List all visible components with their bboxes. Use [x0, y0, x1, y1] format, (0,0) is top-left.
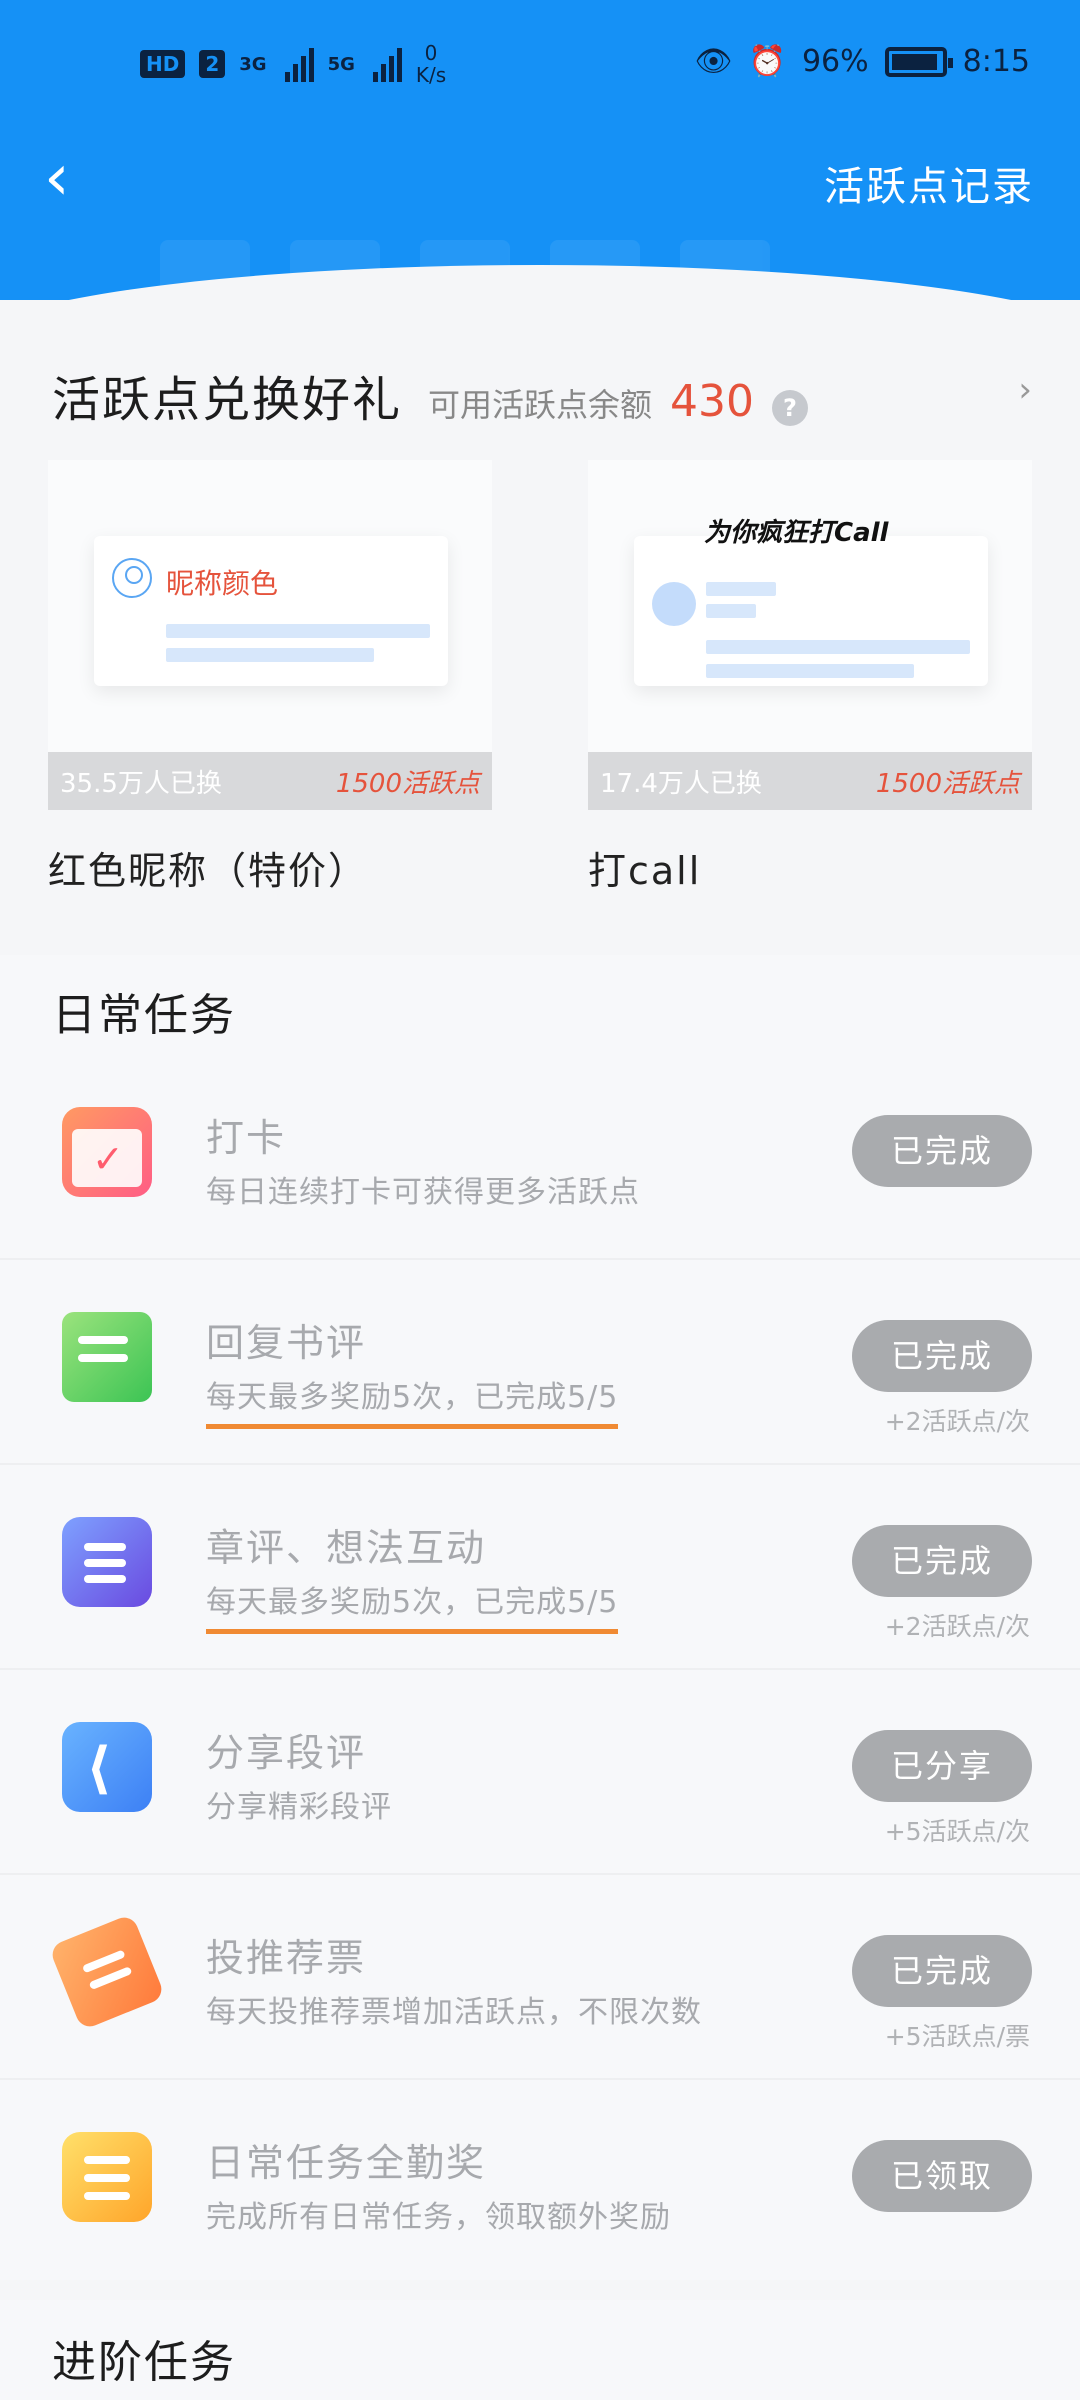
task-name: 回复书评 [206, 1321, 367, 1365]
checklist-icon [62, 2132, 152, 2222]
task-row-vote: 投推荐票 每天投推荐票增加活跃点，不限次数 已完成 +5活跃点/票 [0, 1875, 1080, 2080]
status-bar: HD 2 3G 5G 0 K/s 👁 ⏰ 96% 8:15 [0, 0, 1080, 130]
signal-2-icon [372, 46, 402, 82]
task-reward: +5活跃点/次 [884, 1817, 1030, 1846]
placeholder-line [166, 648, 374, 662]
comment-document-icon [62, 1517, 152, 1607]
exchange-item-call[interactable]: 为你疯狂打Call 17.4万人已换 1500活跃点 打call [588, 460, 1032, 895]
alarm-icon: ⏰ [748, 44, 786, 79]
chevron-right-icon[interactable]: › [1018, 370, 1032, 410]
task-row-checkin: 打卡 每日连续打卡可获得更多活跃点 已完成 [0, 1055, 1080, 1260]
chat-bubbles-icon [62, 1312, 152, 1402]
task-status-button[interactable]: 已分享 [852, 1730, 1032, 1802]
share-icon [62, 1722, 152, 1812]
ticket-icon [48, 1913, 166, 2031]
nav-bar: ‹ 活跃点记录 [0, 130, 1080, 230]
exchange-item-red-nickname[interactable]: 昵称颜色 35.5万人已换 1500活跃点 红色昵称（特价） [48, 460, 492, 895]
task-status-button[interactable]: 已完成 [852, 1320, 1032, 1392]
task-name: 投推荐票 [206, 1936, 367, 1980]
placeholder-line [706, 664, 914, 678]
hd-badge: HD [140, 50, 186, 78]
task-desc: 每日连续打卡可获得更多活跃点 [206, 1175, 640, 1210]
placeholder-line [706, 604, 756, 618]
placeholder-line [706, 640, 970, 654]
battery-icon [884, 46, 953, 77]
exchange-section: 活跃点兑换好礼 可用活跃点余额 430 ? › 昵称颜色 35.5万人已换 15… [0, 320, 1080, 930]
sim-badge: 2 [199, 50, 226, 78]
activity-record-link[interactable]: 活跃点记录 [824, 154, 1034, 212]
status-left: HD 2 3G 5G 0 K/s [140, 42, 446, 86]
task-reward: +2活跃点/次 [884, 1612, 1030, 1641]
task-name: 章评、想法互动 [206, 1526, 487, 1570]
exchange-cost: 1500活跃点 [335, 768, 480, 799]
back-button[interactable]: ‹ [44, 146, 104, 210]
task-row-chapter-comment: 章评、想法互动 每天最多奖励5次，已完成5/5 已完成 +2活跃点/次 [0, 1465, 1080, 1670]
exchange-title: 活跃点兑换好礼 [52, 372, 403, 428]
balance-value: 430 [670, 376, 755, 427]
nickname-preview-card: 昵称颜色 [94, 536, 448, 686]
signal-1-icon [284, 46, 314, 82]
task-row-attendance: 日常任务全勤奖 完成所有日常任务，领取额外奖励 已领取 [0, 2080, 1080, 2285]
exchange-cost: 1500活跃点 [875, 768, 1020, 799]
battery-percent: 96% [801, 44, 869, 79]
exchange-item-footer: 35.5万人已换 1500活跃点 [48, 752, 492, 810]
task-status-button[interactable]: 已完成 [852, 1935, 1032, 2007]
task-name: 日常任务全勤奖 [206, 2141, 487, 2185]
task-reward: +2活跃点/次 [884, 1407, 1030, 1436]
task-row-share: 分享段评 分享精彩段评 已分享 +5活跃点/次 [0, 1670, 1080, 1875]
task-desc: 每天最多奖励5次，已完成5/5 [206, 1372, 619, 1429]
task-desc: 完成所有日常任务，领取额外奖励 [206, 2200, 671, 2235]
advanced-tasks-title: 进阶任务 [52, 2337, 236, 2388]
task-status-button[interactable]: 已完成 [852, 1525, 1032, 1597]
exchange-item-name: 红色昵称（特价） [48, 849, 369, 893]
signal-2-label: 5G [327, 53, 355, 75]
task-name: 分享段评 [206, 1731, 367, 1775]
avatar-icon [112, 558, 152, 598]
exchange-item-name: 打call [588, 849, 702, 893]
eye-icon: 👁 [694, 44, 733, 79]
exchange-header[interactable]: 活跃点兑换好礼 可用活跃点余额 430 ? › [52, 360, 1032, 430]
task-desc: 每天最多奖励5次，已完成5/5 [206, 1577, 619, 1634]
exchange-item-thumbnail: 昵称颜色 35.5万人已换 1500活跃点 [48, 460, 492, 810]
task-name: 打卡 [206, 1116, 287, 1160]
exchange-item-thumbnail: 为你疯狂打Call 17.4万人已换 1500活跃点 [588, 460, 1032, 810]
nickname-preview-text: 昵称颜色 [166, 567, 279, 600]
call-banner-text: 为你疯狂打Call [704, 518, 889, 548]
task-row-reply-review: 回复书评 每天最多奖励5次，已完成5/5 已完成 +2活跃点/次 [0, 1260, 1080, 1465]
calendar-icon [62, 1107, 152, 1197]
network-speed: 0 K/s [415, 41, 447, 87]
balance-label: 可用活跃点余额 [428, 386, 653, 424]
task-status-button[interactable]: 已完成 [852, 1115, 1032, 1187]
advanced-tasks-section: 进阶任务 [0, 2300, 1080, 2400]
task-desc: 分享精彩段评 [206, 1790, 392, 1825]
task-desc: 每天投推荐票增加活跃点，不限次数 [206, 1995, 702, 2030]
call-preview-card: 为你疯狂打Call [634, 518, 988, 686]
daily-tasks-section: 日常任务 打卡 每日连续打卡可获得更多活跃点 已完成 回复书评 每天最多奖励5次… [0, 955, 1080, 2280]
placeholder-line [706, 582, 776, 596]
clock: 8:15 [962, 44, 1030, 79]
exchange-cards: 昵称颜色 35.5万人已换 1500活跃点 红色昵称（特价） 为你疯狂打Call [48, 460, 1032, 895]
help-icon[interactable]: ? [772, 390, 809, 426]
exchange-item-footer: 17.4万人已换 1500活跃点 [588, 752, 1032, 810]
task-reward: +5活跃点/票 [884, 2022, 1030, 2051]
exchanged-count: 35.5万人已换 [60, 768, 222, 799]
avatar [652, 582, 696, 626]
exchanged-count: 17.4万人已换 [600, 768, 762, 799]
signal-1-label: 3G [239, 53, 267, 75]
daily-tasks-title: 日常任务 [52, 990, 236, 1041]
placeholder-line [166, 624, 430, 638]
status-right: 👁 ⏰ 96% 8:15 [694, 44, 1030, 79]
task-status-button[interactable]: 已领取 [852, 2140, 1032, 2212]
